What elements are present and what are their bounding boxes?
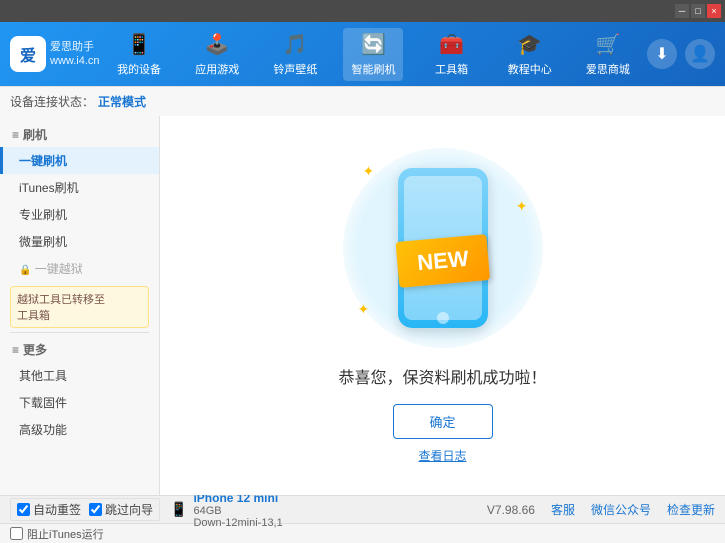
user-button[interactable]: 👤 <box>685 39 715 69</box>
nav-item-tutorial[interactable]: 🎓 教程中心 <box>500 28 560 81</box>
sidebar-section-header-more: ≡ 更多 <box>0 337 159 362</box>
nav-label-smart-flash: 智能刷机 <box>351 61 395 77</box>
confirm-button[interactable]: 确定 <box>393 404 493 439</box>
more-section-label: 更多 <box>23 341 47 358</box>
apps-icon: 🕹️ <box>205 32 230 57</box>
nav-bar: 爱 爱思助手 www.i4.cn 📱 我的设备 🕹️ 应用游戏 🎵 铃声壁纸 🔄… <box>0 22 725 86</box>
itunes-label-text: 阻止iTunes运行 <box>27 526 104 542</box>
one-click-flash-label: 一键刷机 <box>19 154 67 168</box>
nav-label-my-device: 我的设备 <box>117 61 161 77</box>
logo-icon: 爱 <box>10 36 46 72</box>
app-logo: 爱 爱思助手 www.i4.cn <box>10 36 100 72</box>
sparkle-3: ✦ <box>358 301 370 318</box>
download-firmware-label: 下载固件 <box>19 396 67 410</box>
nav-label-mall: 爱思商城 <box>586 61 630 77</box>
nav-item-toolbox[interactable]: 🧰 工具箱 <box>422 28 482 81</box>
new-banner-label: NEW <box>416 245 469 274</box>
sidebar-divider <box>10 332 149 333</box>
nav-items: 📱 我的设备 🕹️ 应用游戏 🎵 铃声壁纸 🔄 智能刷机 🧰 工具箱 🎓 教程中… <box>100 28 647 81</box>
sidebar-section-more: ≡ 更多 其他工具 下载固件 高级功能 <box>0 337 159 443</box>
download-button[interactable]: ⬇ <box>647 39 677 69</box>
device-icon: 📱 <box>170 501 187 518</box>
sidebar-jailbreak-notice: 越狱工具已转移至 工具箱 <box>10 286 149 328</box>
sparkle-1: ✦ <box>363 163 375 180</box>
itunes-label[interactable]: 阻止iTunes运行 <box>10 526 104 542</box>
pro-flash-label: 专业刷机 <box>19 208 67 222</box>
sparkle-2: ✦ <box>516 198 528 215</box>
more-section-icon: ≡ <box>12 343 19 357</box>
close-button[interactable]: × <box>707 4 721 18</box>
title-bar: ─ □ × <box>0 0 725 22</box>
ringtone-icon: 🎵 <box>283 32 308 57</box>
check-update-link[interactable]: 检查更新 <box>667 501 715 518</box>
success-illustration: NEW ✦ ✦ ✦ <box>343 148 543 348</box>
phone-home-button <box>437 312 449 324</box>
skip-wizard-checkbox-label[interactable]: 跳过向导 <box>89 501 153 518</box>
sidebar-item-advanced[interactable]: 高级功能 <box>0 416 159 443</box>
tutorial-icon: 🎓 <box>517 32 542 57</box>
wechat-link[interactable]: 微信公众号 <box>591 501 651 518</box>
sidebar-item-itunes-flash[interactable]: iTunes刷机 <box>0 174 159 201</box>
sidebar-section-flash: ≡ 刷机 一键刷机 iTunes刷机 专业刷机 微量刷机 🔒 一键越狱 越狱工具… <box>0 122 159 328</box>
sidebar-item-pro-flash[interactable]: 专业刷机 <box>0 201 159 228</box>
mall-icon: 🛒 <box>595 32 620 57</box>
bottom-bar: 自动重签 跳过向导 📱 iPhone 12 mini 64GB Down-12m… <box>0 495 725 523</box>
itunes-checkbox[interactable] <box>10 527 23 540</box>
skip-wizard-label: 跳过向导 <box>105 501 153 518</box>
bottom-right: V7.98.66 客服 微信公众号 检查更新 <box>487 501 715 518</box>
window-controls: ─ □ × <box>675 4 721 18</box>
restore-button[interactable]: □ <box>691 4 705 18</box>
flash-section-icon: ≡ <box>12 128 19 142</box>
sidebar-item-one-click-flash[interactable]: 一键刷机 <box>0 147 159 174</box>
advanced-label: 高级功能 <box>19 423 67 437</box>
customer-service-link[interactable]: 客服 <box>551 501 575 518</box>
auto-resign-checkbox[interactable] <box>17 503 30 516</box>
new-banner: NEW <box>395 234 490 288</box>
sidebar-item-jailbreak: 🔒 一键越狱 <box>0 255 159 282</box>
sidebar-item-micro-flash[interactable]: 微量刷机 <box>0 228 159 255</box>
nav-item-mall[interactable]: 🛒 爱思商城 <box>578 28 638 81</box>
nav-item-ringtones[interactable]: 🎵 铃声壁纸 <box>265 28 325 81</box>
content-area: NEW ✦ ✦ ✦ 恭喜您，保资料刷机成功啦！ 确定 查看日志 <box>160 116 725 495</box>
jailbreak-label: 一键越狱 <box>35 262 83 276</box>
success-title: 恭喜您，保资料刷机成功啦！ <box>338 364 546 388</box>
smart-flash-icon: 🔄 <box>361 32 386 57</box>
view-log-link[interactable]: 查看日志 <box>418 447 466 464</box>
sidebar-item-other-tools[interactable]: 其他工具 <box>0 362 159 389</box>
nav-item-apps-games[interactable]: 🕹️ 应用游戏 <box>187 28 247 81</box>
nav-label-tutorial: 教程中心 <box>508 61 552 77</box>
sidebar: ≡ 刷机 一键刷机 iTunes刷机 专业刷机 微量刷机 🔒 一键越狱 越狱工具… <box>0 116 160 495</box>
device-storage: 64GB <box>193 505 282 517</box>
checkboxes-section: 自动重签 跳过向导 <box>10 498 160 521</box>
skip-wizard-checkbox[interactable] <box>89 503 102 516</box>
version-label: V7.98.66 <box>487 503 535 517</box>
status-bar: 设备连接状态： 正常模式 <box>0 86 725 116</box>
nav-label-ringtone: 铃声壁纸 <box>273 61 317 77</box>
main-layout: ≡ 刷机 一键刷机 iTunes刷机 专业刷机 微量刷机 🔒 一键越狱 越狱工具… <box>0 116 725 495</box>
nav-item-smart-flash[interactable]: 🔄 智能刷机 <box>343 28 403 81</box>
auto-resign-checkbox-label[interactable]: 自动重签 <box>17 501 81 518</box>
logo-text: 爱思助手 www.i4.cn <box>50 40 100 69</box>
status-value: 正常模式 <box>98 93 146 110</box>
device-icon: 📱 <box>127 32 152 57</box>
toolbox-icon: 🧰 <box>439 32 464 57</box>
flash-section-label: 刷机 <box>23 126 47 143</box>
itunes-flash-label: iTunes刷机 <box>19 181 79 195</box>
nav-item-my-device[interactable]: 📱 我的设备 <box>109 28 169 81</box>
nav-right-controls: ⬇ 👤 <box>647 39 715 69</box>
sidebar-item-download-firmware[interactable]: 下载固件 <box>0 389 159 416</box>
sidebar-section-header-flash: ≡ 刷机 <box>0 122 159 147</box>
status-label: 设备连接状态： <box>10 93 94 110</box>
nav-label-apps: 应用游戏 <box>195 61 239 77</box>
connection-status: 设备连接状态： 正常模式 <box>10 93 146 110</box>
minimize-button[interactable]: ─ <box>675 4 689 18</box>
other-tools-label: 其他工具 <box>19 369 67 383</box>
nav-label-toolbox: 工具箱 <box>435 61 468 77</box>
micro-flash-label: 微量刷机 <box>19 235 67 249</box>
auto-resign-label: 自动重签 <box>33 501 81 518</box>
